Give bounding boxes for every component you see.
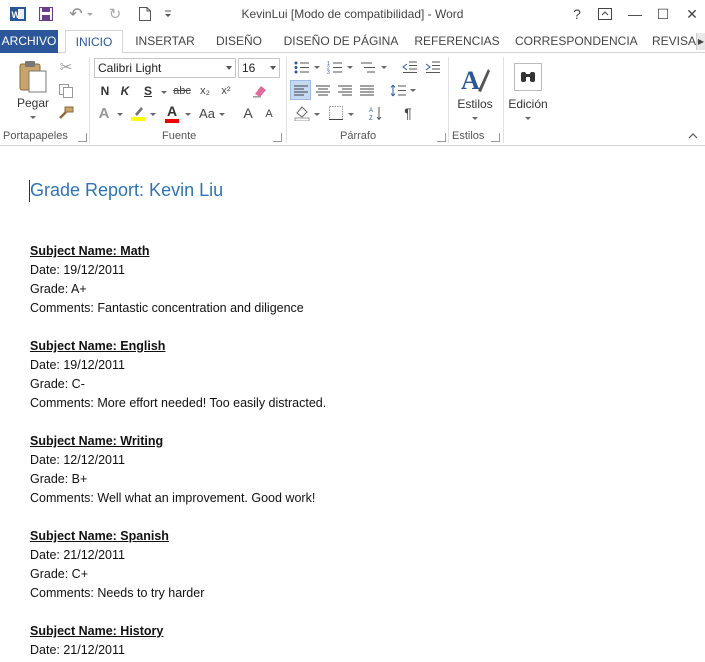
entry-comments: Comments: Needs to try harder xyxy=(30,586,205,600)
minimize-button[interactable]: — xyxy=(624,4,646,24)
tab-referencias[interactable]: REFERENCIAS xyxy=(414,30,500,53)
italic-button[interactable]: K xyxy=(117,81,133,101)
ribbon-display-options-icon[interactable] xyxy=(594,4,616,24)
close-button[interactable]: ✕ xyxy=(681,4,703,24)
svg-text:A: A xyxy=(369,108,373,114)
subject-name: Subject Name: Spanish xyxy=(30,529,169,543)
clipboard-group-label: Portapapeles xyxy=(3,130,68,142)
show-formatting-button[interactable]: ¶ xyxy=(398,103,418,123)
subject-name: Subject Name: English xyxy=(30,339,166,353)
subject-name: Subject Name: History xyxy=(30,624,164,638)
bold-button[interactable]: N xyxy=(97,81,113,101)
tab-insertar[interactable]: INSERTAR xyxy=(132,30,198,53)
entry-grade: Grade: C- xyxy=(30,377,85,391)
clear-formatting-icon[interactable] xyxy=(250,81,270,101)
document-page[interactable]: Grade Report: Kevin Liu Subject Name: Ma… xyxy=(0,147,705,662)
grow-font-button[interactable]: A xyxy=(240,103,256,123)
entry-comments: Comments: Fantastic concentration and di… xyxy=(30,301,304,315)
tab-scroll-right-icon[interactable]: ▶ xyxy=(696,33,705,50)
bullets-icon[interactable] xyxy=(292,58,312,76)
tab-archivo[interactable]: ARCHIVO xyxy=(0,30,58,53)
styles-button[interactable]: A Estilos xyxy=(453,56,497,126)
strikethrough-button[interactable]: abc xyxy=(170,81,194,101)
clipboard-launcher-icon[interactable] xyxy=(78,133,87,142)
help-button[interactable]: ? xyxy=(566,4,588,24)
copy-icon[interactable] xyxy=(56,81,76,101)
font-launcher-icon[interactable] xyxy=(273,133,282,142)
text-effects-icon[interactable]: A xyxy=(95,103,113,123)
styles-group-label: Estilos xyxy=(452,130,485,142)
align-left-button[interactable] xyxy=(290,80,311,100)
subject-name: Subject Name: Writing xyxy=(30,434,164,448)
document-heading: Grade Report: Kevin Liu xyxy=(30,180,224,200)
tab-inicio[interactable]: INICIO xyxy=(65,30,123,54)
svg-text:Z: Z xyxy=(369,116,373,121)
decrease-indent-icon[interactable] xyxy=(400,58,420,76)
line-spacing-icon[interactable] xyxy=(388,80,408,100)
paragraph-launcher-icon[interactable] xyxy=(437,133,446,142)
paragraph-group-label: Párrafo xyxy=(340,130,377,142)
entry-comments: Comments: More effort needed! Too easily… xyxy=(30,396,327,410)
entry-date: Date: 21/12/2011 xyxy=(30,548,125,562)
shading-icon[interactable] xyxy=(292,103,312,123)
entry-grade: Grade: A+ xyxy=(30,282,87,296)
font-size-combo[interactable]: 16 xyxy=(238,58,280,78)
subject-name: Subject Name: Math xyxy=(30,244,150,258)
font-name-combo[interactable]: Calibri Light xyxy=(94,58,236,78)
tab-revisar[interactable]: REVISA xyxy=(652,30,697,53)
font-color-button[interactable]: A xyxy=(163,102,181,124)
cut-icon[interactable]: ✂ xyxy=(56,57,76,77)
font-name-value: Calibri Light xyxy=(98,61,162,75)
tab-diseno-de-pagina[interactable]: DISEÑO DE PÁGINA xyxy=(282,30,400,53)
entry-comments: Comments: Well what an improvement. Good… xyxy=(30,491,316,505)
entry-date: Date: 19/12/2011 xyxy=(30,263,125,277)
entry-date: Date: 21/12/2011 xyxy=(30,643,125,657)
superscript-button[interactable]: x² xyxy=(217,81,235,101)
subscript-button[interactable]: x₂ xyxy=(196,81,214,101)
font-group-label: Fuente xyxy=(162,130,197,142)
underline-button[interactable]: S xyxy=(140,81,156,101)
styles-button-label: Estilos xyxy=(457,96,493,111)
entry-grade: Grade: B+ xyxy=(30,472,88,486)
sort-icon[interactable]: AZ xyxy=(366,103,386,123)
font-color-glyph: A xyxy=(166,102,178,119)
styles-launcher-icon[interactable] xyxy=(491,133,500,142)
binoculars-icon xyxy=(514,62,542,91)
ribbon-tabs: ARCHIVO INICIO INSERTAR DISEÑO DISEÑO DE… xyxy=(0,30,705,54)
paste-button[interactable]: Pegar xyxy=(10,56,56,122)
borders-icon[interactable] xyxy=(326,103,346,123)
align-center-button[interactable] xyxy=(313,80,333,100)
format-painter-icon[interactable] xyxy=(56,103,76,123)
entry-date: Date: 19/12/2011 xyxy=(30,358,125,372)
collapse-ribbon-icon[interactable] xyxy=(686,129,700,143)
underline-dropdown-icon[interactable] xyxy=(161,91,167,94)
editing-button[interactable]: Edición xyxy=(506,56,550,126)
increase-indent-icon[interactable] xyxy=(423,58,443,76)
tab-correspondencia[interactable]: CORRESPONDENCIA xyxy=(515,30,638,53)
svg-text:A: A xyxy=(461,66,480,95)
change-case-button[interactable]: Aa xyxy=(196,103,218,123)
ribbon: Pegar ✂ Portapapeles Calibri Light 16 N … xyxy=(0,53,705,146)
svg-text:3: 3 xyxy=(327,70,330,74)
font-size-value: 16 xyxy=(242,61,256,75)
editing-button-label: Edición xyxy=(508,96,548,111)
align-right-button[interactable] xyxy=(335,80,355,100)
title-bar: W ↶ ↻ KevinLui [Modo de compatibilidad] … xyxy=(0,0,705,30)
multilevel-list-icon[interactable] xyxy=(357,58,379,76)
paste-label: Pegar xyxy=(16,95,50,110)
shrink-font-button[interactable]: A xyxy=(262,105,276,123)
justify-button[interactable] xyxy=(357,80,377,100)
tab-diseno[interactable]: DISEÑO xyxy=(210,30,268,53)
numbering-icon[interactable]: 123 xyxy=(325,58,345,76)
entry-date: Date: 12/12/2011 xyxy=(30,453,125,467)
entry-grade: Grade: C+ xyxy=(30,567,89,581)
maximize-button[interactable]: ☐ xyxy=(652,4,674,24)
highlight-icon[interactable] xyxy=(128,103,148,123)
